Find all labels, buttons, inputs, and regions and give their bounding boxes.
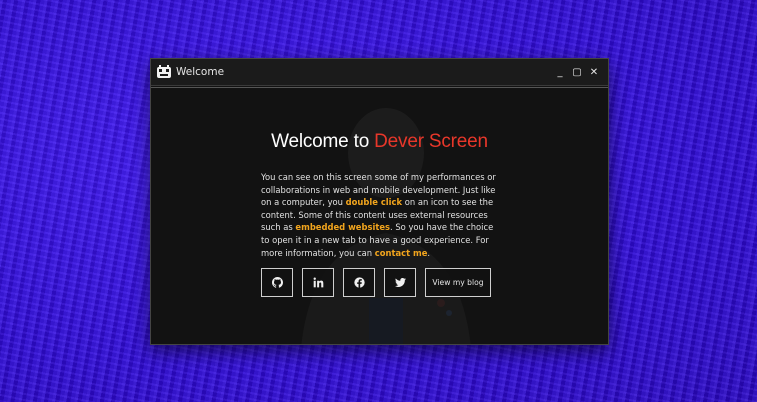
github-icon	[271, 277, 283, 288]
window-title: Welcome	[176, 66, 225, 78]
minimize-button[interactable]: _	[552, 64, 568, 80]
facebook-icon	[353, 277, 365, 288]
view-blog-button[interactable]: View my blog	[425, 268, 491, 297]
title-prefix: Welcome to	[271, 131, 375, 152]
github-button[interactable]	[261, 268, 293, 297]
embedded-websites-highlight: embedded websites	[295, 222, 391, 233]
twitter-icon	[394, 278, 406, 287]
paragraph-text: .	[427, 247, 431, 258]
title-accent: Dever Screen	[374, 131, 488, 152]
maximize-button[interactable]: ▢	[569, 64, 585, 80]
linkedin-button[interactable]	[302, 268, 334, 297]
twitter-button[interactable]	[384, 268, 416, 297]
window-titlebar[interactable]: Welcome _ ▢ ✕	[151, 59, 608, 86]
facebook-button[interactable]	[343, 268, 375, 297]
double-click-highlight: double click	[345, 197, 403, 208]
welcome-window[interactable]: Welcome _ ▢ ✕ Welcome to Dever Screen Yo…	[150, 58, 609, 345]
intro-paragraph: You can see on this screen some of my pe…	[261, 171, 501, 259]
page-title: Welcome to Dever Screen	[151, 131, 608, 153]
app-logo-icon	[157, 65, 171, 78]
window-content: Welcome to Dever Screen You can see on t…	[151, 87, 608, 344]
contact-me-link[interactable]: contact me	[375, 248, 428, 258]
social-buttons: View my blog	[261, 268, 491, 297]
close-button[interactable]: ✕	[586, 64, 602, 80]
window-controls: _ ▢ ✕	[551, 64, 602, 80]
linkedin-icon	[313, 277, 323, 288]
